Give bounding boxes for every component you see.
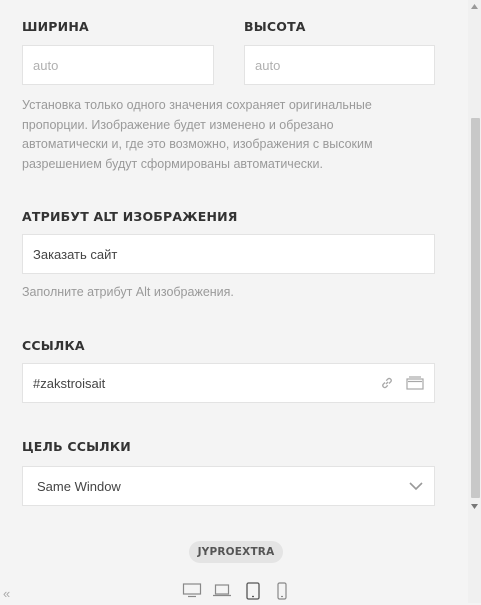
scrollbar-thumb[interactable] bbox=[471, 118, 480, 498]
width-input[interactable]: auto bbox=[22, 45, 214, 85]
size-help-line: автоматически и, где это возможно, изобр… bbox=[22, 137, 373, 151]
link-input[interactable]: #zakstroisait bbox=[22, 363, 435, 403]
link-target-value: Same Window bbox=[37, 478, 121, 494]
link-target-label: ЦЕЛЬ ССЫЛКИ bbox=[22, 439, 131, 454]
alt-label: АТРИБУТ ALT ИЗОБРАЖЕНИЯ bbox=[22, 209, 238, 224]
link-icon[interactable] bbox=[378, 374, 396, 392]
size-help-line: разрешением будут сформированы автоматич… bbox=[22, 156, 323, 171]
alt-input[interactable]: Заказать сайт bbox=[22, 234, 435, 274]
tablet-icon[interactable] bbox=[245, 582, 261, 605]
alt-help-text: Заполните атрибут Alt изображения. bbox=[22, 285, 234, 299]
scroll-up-icon[interactable] bbox=[468, 0, 481, 12]
settings-panel: ШИРИНА auto ВЫСОТА auto Установка только… bbox=[0, 0, 468, 603]
desktop-icon[interactable] bbox=[182, 582, 202, 603]
size-help-line: Установка только одного значения сохраня… bbox=[22, 98, 372, 112]
size-help-line: пропорции. Изображение будет изменено и … bbox=[22, 117, 334, 132]
height-input[interactable]: auto bbox=[244, 45, 435, 85]
laptop-icon[interactable] bbox=[212, 582, 232, 603]
jyproextra-badge: JYPROEXTRA bbox=[189, 541, 283, 563]
collapse-sidebar-icon[interactable]: « bbox=[3, 586, 10, 601]
chevron-down-icon[interactable] bbox=[407, 478, 425, 494]
scroll-down-icon[interactable] bbox=[468, 500, 481, 512]
size-help-text: Установка только одного значения сохраня… bbox=[22, 96, 442, 174]
phone-icon[interactable] bbox=[276, 582, 288, 605]
browse-icon[interactable] bbox=[404, 373, 426, 393]
width-label: ШИРИНА bbox=[22, 19, 89, 34]
height-label: ВЫСОТА bbox=[244, 19, 306, 34]
link-label: ССЫЛКА bbox=[22, 338, 85, 353]
link-value: #zakstroisait bbox=[33, 375, 106, 391]
link-target-select[interactable]: Same Window bbox=[22, 466, 435, 506]
